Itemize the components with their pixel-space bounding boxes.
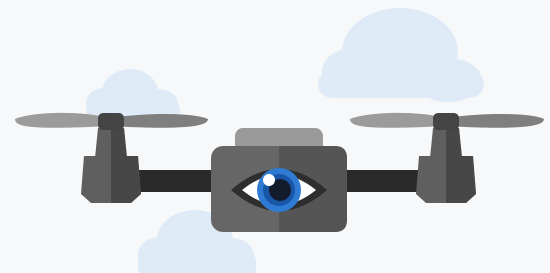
surveillance-drone-illustration (0, 0, 550, 273)
illustration-canvas (0, 0, 550, 273)
